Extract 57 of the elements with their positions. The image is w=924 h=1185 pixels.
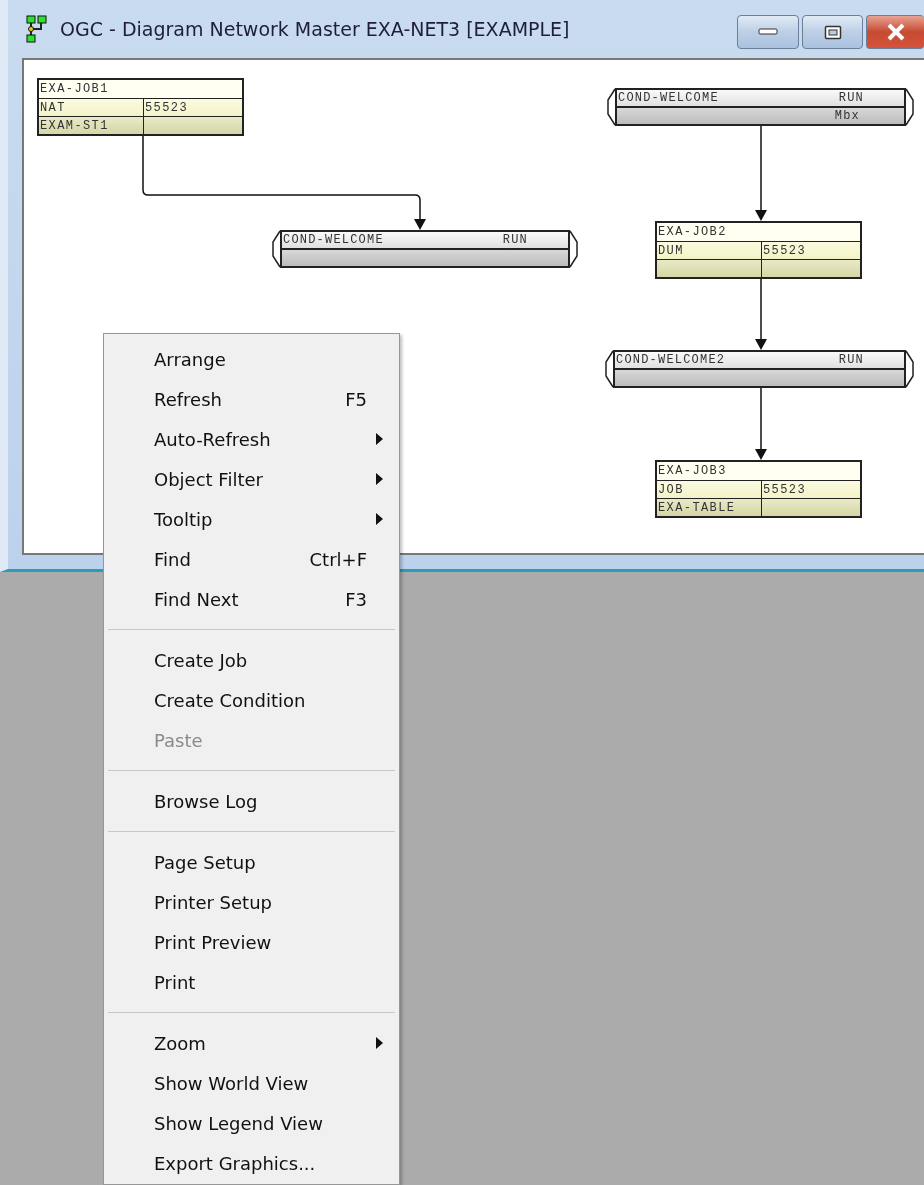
condition-name: COND-WELCOME	[618, 91, 719, 105]
submenu-arrow-icon	[376, 473, 383, 485]
condition-name: COND-WELCOME2	[616, 353, 726, 367]
submenu-arrow-icon	[376, 1037, 383, 1049]
bracket-icon	[605, 350, 613, 388]
menu-item[interactable]: Arrange	[106, 339, 397, 379]
node-cell-text: 55523	[763, 483, 806, 497]
bracket-icon	[906, 88, 914, 126]
menu-item[interactable]: Print	[106, 962, 397, 1002]
menu-item[interactable]: Create Condition	[106, 680, 397, 720]
bracket-icon	[570, 230, 578, 268]
minimize-icon	[758, 28, 778, 36]
node-cell-text: EXA-TABLE	[658, 501, 736, 515]
window-title: OGC - Diagram Network Master EXA-NET3 [EXAMPLE]	[60, 18, 571, 40]
condition-status: RUN	[838, 353, 864, 367]
menu-item[interactable]: Refresh F5	[106, 379, 397, 419]
node-cell-text: NAT	[40, 101, 66, 115]
bracket-icon	[607, 88, 615, 126]
submenu-arrow-icon	[376, 433, 383, 445]
job-node[interactable]: EXA-JOB1 NAT 55523 EXAM-ST1	[37, 78, 244, 136]
menu-item[interactable]: Export Graphics...	[106, 1143, 397, 1183]
job-name: EXA-JOB1	[40, 82, 109, 96]
menu-item[interactable]: Auto-Refresh	[106, 419, 397, 459]
menu-item[interactable]: Show World View	[106, 1063, 397, 1103]
job-name: EXA-JOB3	[658, 464, 727, 478]
bracket-icon	[272, 230, 280, 268]
bracket-icon	[906, 350, 914, 388]
menu-item[interactable]: Zoom	[106, 1023, 397, 1063]
node-cell-text: EXAM-ST1	[40, 119, 109, 133]
menu-item[interactable]: Object Filter	[106, 459, 397, 499]
menu-item[interactable]: Browse Log	[106, 781, 397, 821]
maximize-icon	[823, 24, 842, 40]
condition-status: RUN	[838, 91, 864, 105]
node-cell-text: JOB	[658, 483, 684, 497]
close-button[interactable]	[866, 15, 924, 49]
close-icon	[885, 23, 906, 41]
menu-item[interactable]: Find Ctrl+F	[106, 539, 397, 579]
job-node[interactable]: EXA-JOB3 JOB 55523 EXA-TABLE	[655, 460, 862, 518]
menu-item[interactable]: Create Job	[106, 640, 397, 680]
job-name: EXA-JOB2	[658, 225, 727, 239]
condition-status: RUN	[502, 233, 528, 247]
node-cell-text: 55523	[763, 244, 806, 258]
menu-item[interactable]: Show Legend View	[106, 1103, 397, 1143]
network-icon	[26, 15, 48, 43]
condition-name: COND-WELCOME	[283, 233, 384, 247]
menu-item[interactable]: Tooltip	[106, 499, 397, 539]
menu-item[interactable]: Page Setup	[106, 842, 397, 882]
minimize-button[interactable]	[737, 15, 799, 49]
maximize-button[interactable]	[802, 15, 863, 49]
menu-item[interactable]: Printer Setup	[106, 882, 397, 922]
node-cell-text: 55523	[145, 101, 188, 115]
menu-item[interactable]: Find Next F3	[106, 579, 397, 619]
condition-detail: Mbx	[834, 109, 860, 123]
submenu-arrow-icon	[376, 513, 383, 525]
menu-item[interactable]: Print Preview	[106, 922, 397, 962]
node-cell-text: DUM	[658, 244, 684, 258]
job-node[interactable]: EXA-JOB2 DUM 55523	[655, 221, 862, 279]
